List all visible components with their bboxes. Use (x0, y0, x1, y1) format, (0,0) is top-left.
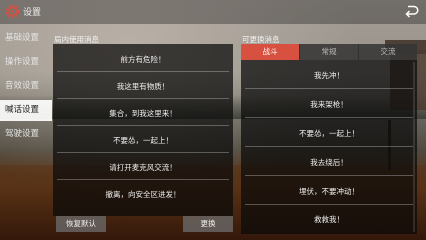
swappable-message-item[interactable]: 我来架枪！ (245, 92, 413, 118)
nav-item-driving[interactable]: 驾驶设置 (0, 124, 52, 145)
tab-combat[interactable]: 战斗 (241, 44, 299, 60)
top-bar: 设置 (0, 0, 426, 24)
in-game-message-item[interactable]: 我这里有物质！ (57, 74, 229, 99)
settings-nav: 基础设置 操作设置 音效设置 喊话设置 驾驶设置 (0, 28, 52, 208)
nav-item-audio[interactable]: 音效设置 (0, 76, 52, 97)
in-game-message-item[interactable]: 不要怂，一起上！ (57, 128, 229, 153)
page-title: 设置 (23, 8, 42, 18)
tab-general[interactable]: 常规 (300, 44, 358, 60)
nav-item-controls[interactable]: 操作设置 (0, 52, 52, 73)
return-icon[interactable] (402, 3, 420, 19)
nav-item-basic[interactable]: 基础设置 (0, 28, 52, 49)
in-game-message-item[interactable]: 请打开麦克风交流！ (57, 155, 229, 180)
gear-icon (5, 4, 20, 19)
nav-item-voice[interactable]: 喊话设置 (0, 100, 52, 121)
swappable-message-item[interactable]: 我先冲！ (245, 63, 413, 89)
swappable-message-item[interactable]: 埋伏，不要冲动！ (245, 179, 413, 205)
swap-button[interactable]: 更换 (183, 216, 233, 232)
swappable-message-item[interactable]: 救救我！ (245, 207, 413, 233)
in-game-message-item[interactable]: 撤离，向安全区进发！ (57, 182, 229, 207)
swappable-message-item[interactable]: 我去绕后！ (245, 150, 413, 176)
in-game-message-item[interactable]: 集合，到我这里来！ (57, 101, 229, 126)
scrollbar[interactable] (413, 62, 415, 232)
swappable-message-item[interactable]: 不要怂，一起上！ (245, 121, 413, 147)
restore-default-button[interactable]: 恢复默认 (56, 216, 106, 232)
in-game-message-item[interactable]: 前方有危险！ (57, 47, 229, 72)
tab-communication[interactable]: 交流 (359, 44, 417, 60)
message-category-tabs: 战斗 常规 交流 (241, 44, 417, 60)
